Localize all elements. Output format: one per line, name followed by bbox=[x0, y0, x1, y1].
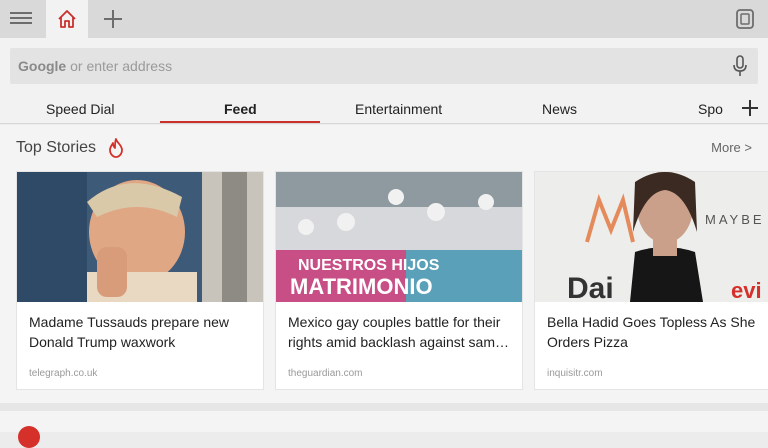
address-placeholder: or enter address bbox=[66, 58, 173, 74]
section-divider bbox=[0, 403, 768, 411]
more-link[interactable]: More > bbox=[711, 140, 752, 155]
plus-icon bbox=[104, 10, 122, 28]
tab-speed-dial[interactable]: Speed Dial bbox=[46, 101, 115, 117]
story-source: telegraph.co.uk bbox=[29, 368, 98, 379]
home-tab[interactable] bbox=[46, 0, 88, 38]
more-label: More bbox=[711, 140, 741, 155]
story-image: MAYBE Dai evi bbox=[535, 172, 768, 302]
home-icon bbox=[58, 10, 76, 28]
story-image: NUESTROS HIJOS MATRIMONIO bbox=[276, 172, 522, 302]
section-title: Top Stories bbox=[16, 139, 97, 156]
story-headline: Mexico gay couples battle for their righ… bbox=[288, 314, 509, 350]
next-section-peek bbox=[0, 411, 768, 448]
tab-bar bbox=[0, 0, 768, 38]
banner-text-1: NUESTROS HIJOS bbox=[298, 257, 440, 274]
story-image bbox=[17, 172, 263, 302]
ad-corner-text: evi bbox=[731, 278, 762, 302]
feed-tabs: Speed Dial Feed Entertainment News Spo bbox=[0, 94, 768, 124]
section-badge-icon bbox=[18, 426, 40, 448]
add-category-button[interactable] bbox=[742, 94, 758, 123]
story-headline: Madame Tussauds prepare new Donald Trump… bbox=[29, 314, 229, 350]
story-card[interactable]: MAYBE Dai evi Bella Hadid Goes Topless A… bbox=[534, 171, 768, 390]
tab-news[interactable]: News bbox=[542, 101, 577, 117]
tab-sport[interactable]: Spo bbox=[698, 101, 723, 117]
active-tab-indicator bbox=[160, 121, 320, 123]
tab-entertainment[interactable]: Entertainment bbox=[355, 101, 442, 117]
address-bar-area: Google or enter address bbox=[0, 38, 768, 94]
ad-logo-text: Dai bbox=[567, 272, 614, 302]
search-engine-label: Google bbox=[18, 58, 67, 74]
banner-text-2: MATRIMONIO bbox=[290, 274, 433, 299]
story-source: theguardian.com bbox=[288, 368, 363, 379]
story-card[interactable]: Madame Tussauds prepare new Donald Trump… bbox=[16, 171, 264, 390]
flame-icon bbox=[109, 138, 123, 158]
microphone-icon[interactable] bbox=[732, 55, 748, 77]
tab-feed[interactable]: Feed bbox=[224, 101, 257, 117]
story-card[interactable]: NUESTROS HIJOS MATRIMONIO Mexico gay cou… bbox=[275, 171, 523, 390]
new-tab-button[interactable] bbox=[100, 6, 126, 32]
menu-icon[interactable] bbox=[10, 9, 32, 29]
story-headline: Bella Hadid Goes Topless As She Orders P… bbox=[547, 314, 756, 350]
story-source: inquisitr.com bbox=[547, 368, 603, 379]
ad-brand-text: MAYBE bbox=[705, 212, 765, 227]
chevron-right-icon: > bbox=[744, 140, 752, 155]
feed-content: Top Stories More > Madame Tussauds prepa… bbox=[0, 125, 768, 403]
plus-icon bbox=[742, 100, 758, 116]
address-input[interactable]: Google or enter address bbox=[10, 48, 758, 84]
tabs-icon[interactable] bbox=[734, 8, 756, 30]
